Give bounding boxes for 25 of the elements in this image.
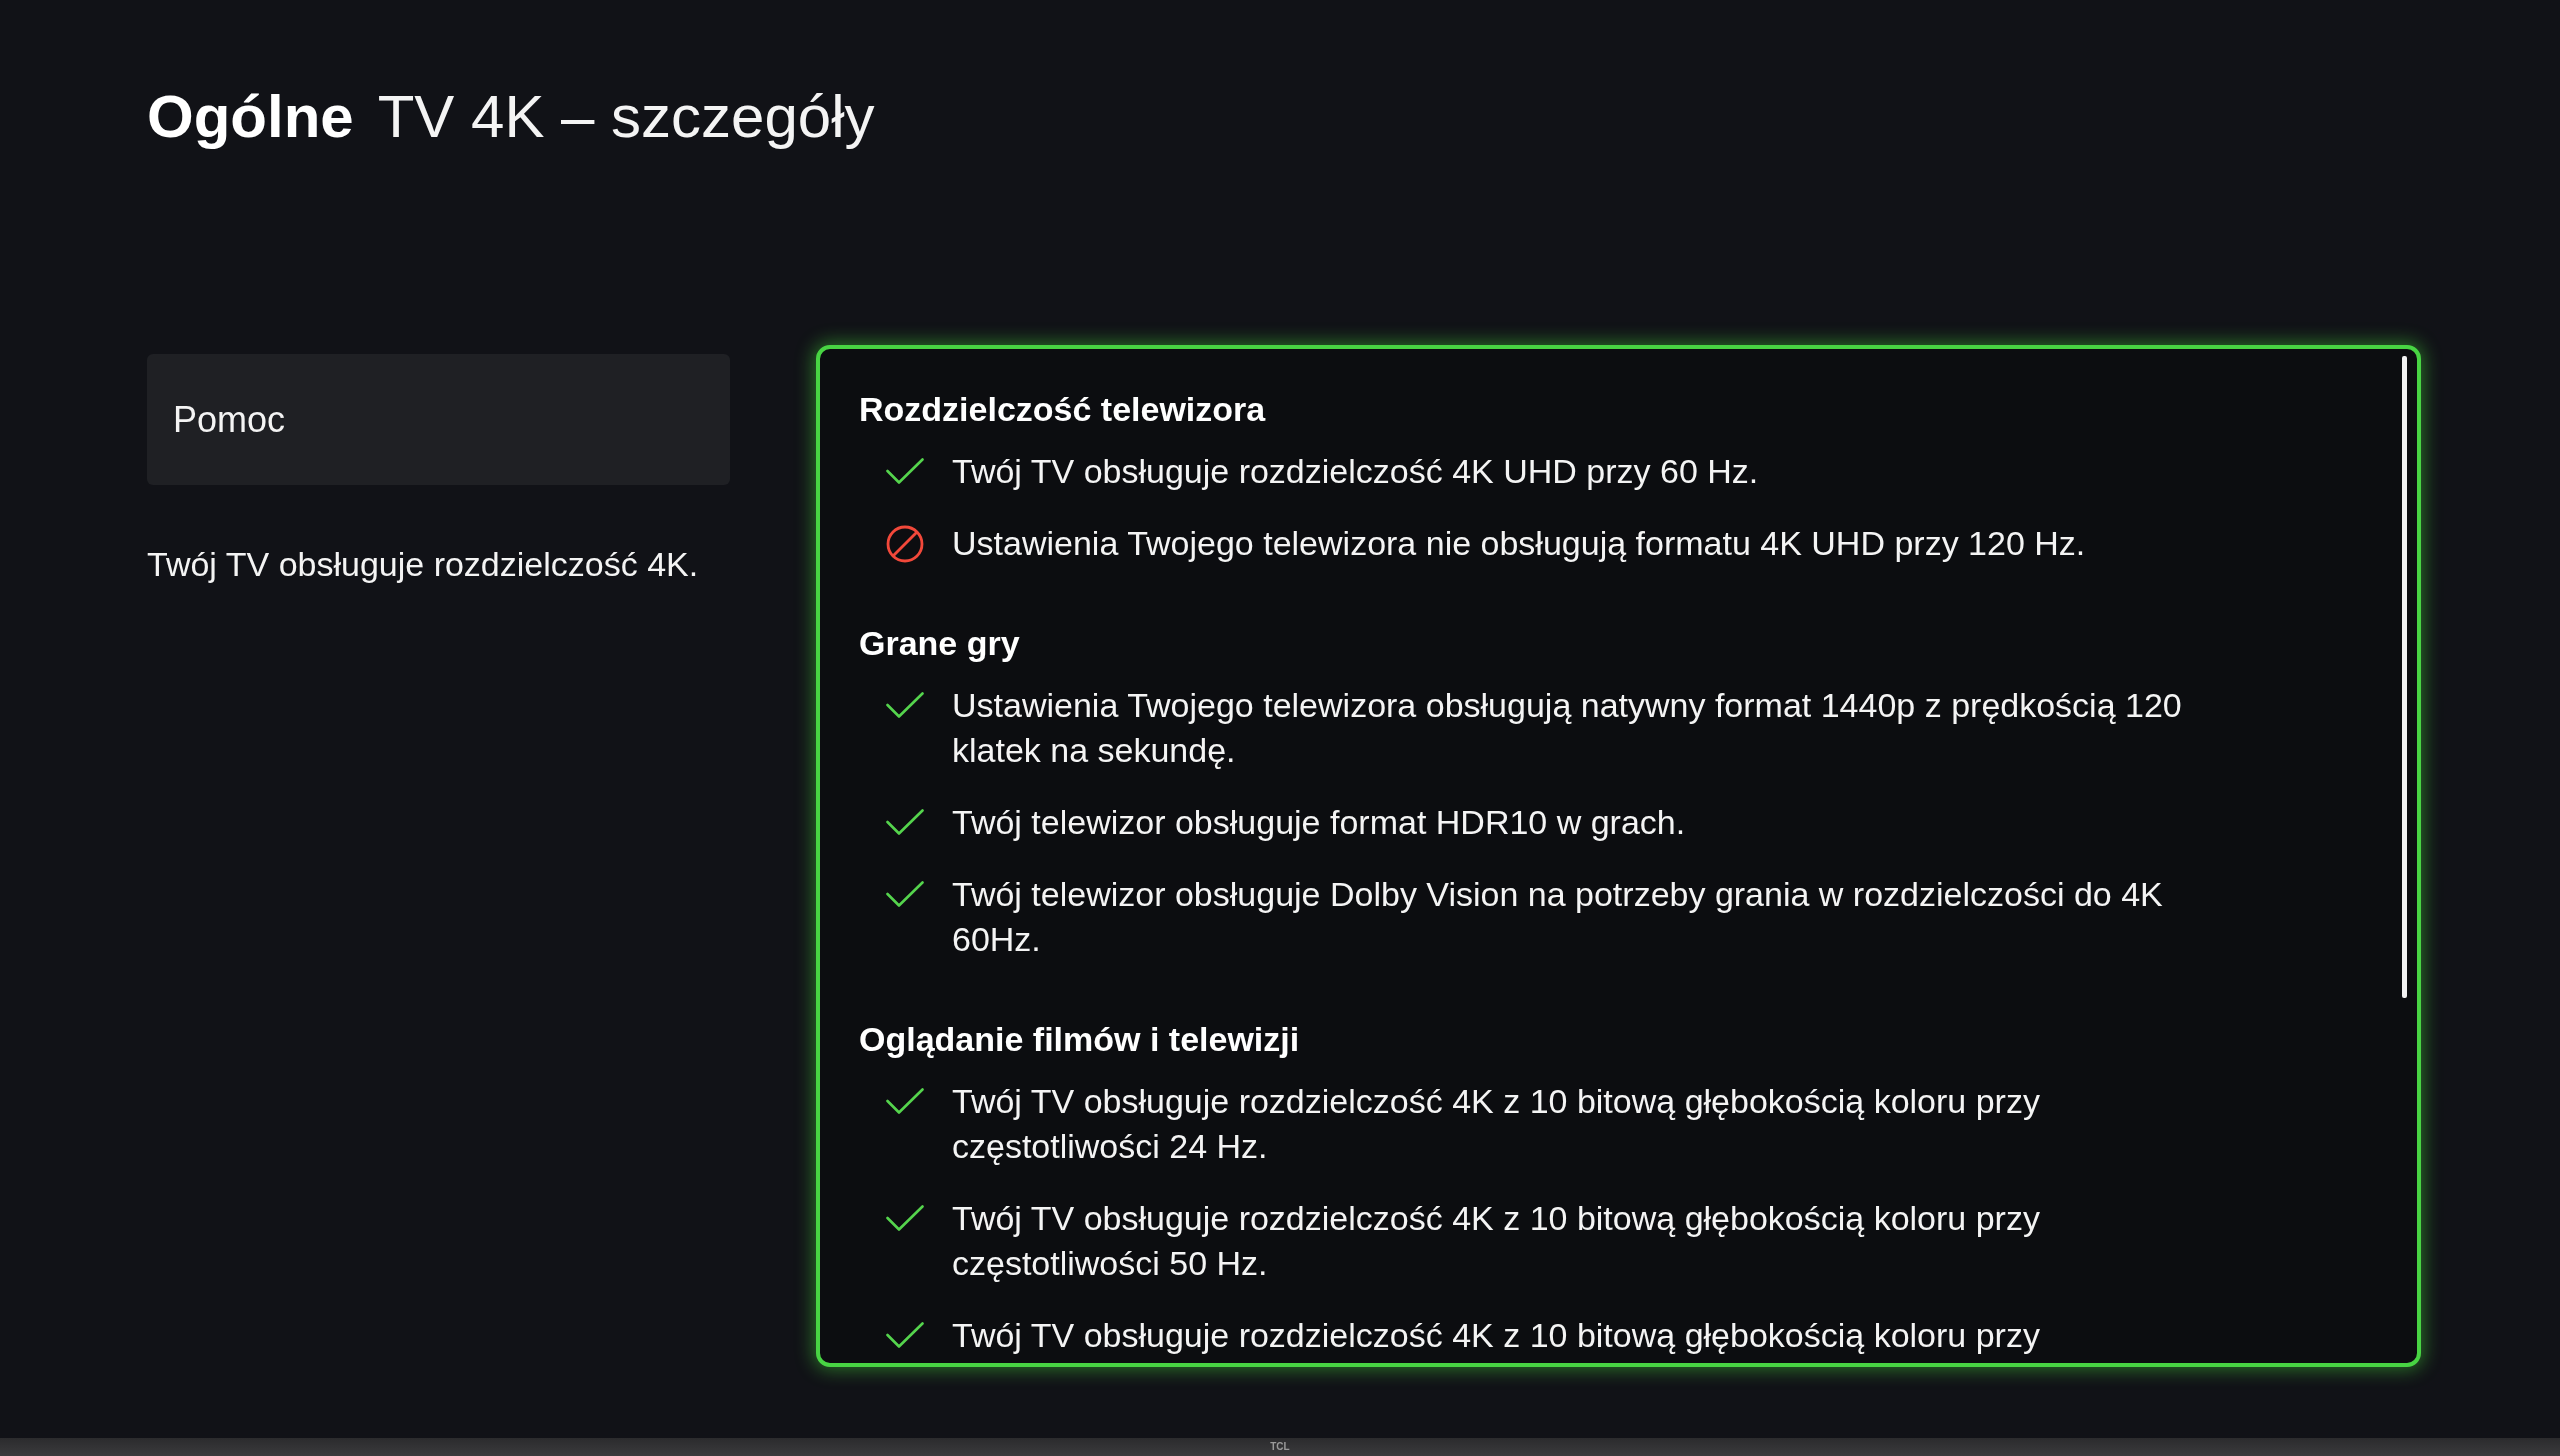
check-icon xyxy=(886,692,924,719)
prohibited-icon xyxy=(886,524,924,563)
status-text: Twój telewizor obsługuje format HDR10 w grach. xyxy=(952,802,1686,843)
check-icon xyxy=(886,1322,924,1349)
section-title: Ogólne xyxy=(147,82,354,152)
check-icon xyxy=(886,1205,924,1232)
details-panel[interactable] xyxy=(816,345,2421,1367)
status-text: Twój TV obsługuje rozdzielczość 4K z 10 bitową głębokością koloru przy częstotliwości 24 Hz. xyxy=(952,1081,2041,1167)
status-text: Twój TV obsługuje rozdzielczość 4K z 10 bitową głębokością koloru przy xyxy=(952,1315,2040,1356)
status-text: Twój TV obsługuje rozdzielczość 4K z 10 bitową głębokością koloru przy częstotliwości 50 Hz. xyxy=(952,1198,2041,1284)
status-text: Ustawienia Twojego telewizora obsługują natywny format 1440p z prędkością 120 klatek na sekundę. xyxy=(952,685,2183,771)
page-title: TV 4K – szczegóły xyxy=(377,82,875,152)
help-button[interactable]: Pomoc xyxy=(147,354,730,485)
check-icon xyxy=(886,458,924,485)
check-icon xyxy=(886,1088,924,1115)
check-icon xyxy=(886,809,924,836)
status-text: Twój telewizor obsługuje Dolby Vision na potrzeby grania w rozdzielczości do 4K 60Hz. xyxy=(952,874,2164,960)
summary-text: Twój TV obsługuje rozdzielczość 4K. xyxy=(147,544,700,585)
section-heading: Rozdzielczość telewizora xyxy=(859,389,1267,430)
bezel-logo: TCL xyxy=(1270,1441,1290,1453)
check-icon xyxy=(886,881,924,908)
section-heading: Grane gry xyxy=(859,623,1021,664)
status-text: Ustawienia Twojego telewizora nie obsługują formatu 4K UHD przy 120 Hz. xyxy=(952,523,2086,564)
status-text: Twój TV obsługuje rozdzielczość 4K UHD przy 60 Hz. xyxy=(952,451,1759,492)
section-heading: Oglądanie filmów i telewizji xyxy=(859,1019,1301,1060)
